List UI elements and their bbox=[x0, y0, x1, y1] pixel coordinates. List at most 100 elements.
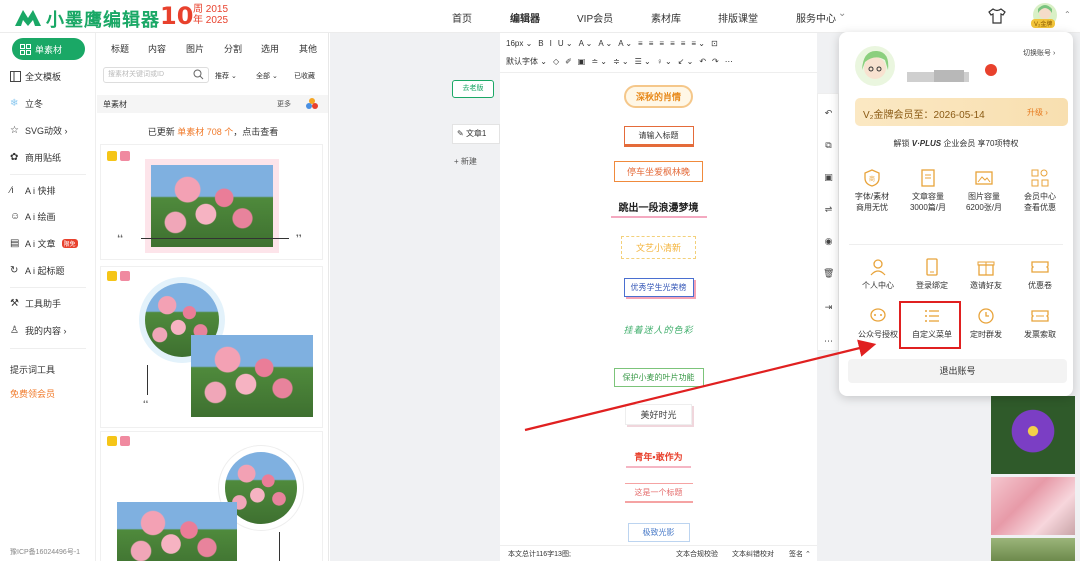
sidebar-item-ai-title[interactable]: ↻ A i 起标题 bbox=[10, 264, 65, 277]
sidebar-item-single-material[interactable]: 单素材 bbox=[12, 38, 85, 60]
style-block[interactable]: 极致光影 bbox=[500, 523, 817, 542]
style-block[interactable]: 挂着迷人的色彩 bbox=[500, 321, 817, 338]
account-caret-icon[interactable]: ⌃ bbox=[1064, 10, 1071, 19]
nav-home[interactable]: 首页 bbox=[452, 10, 472, 25]
nav-classroom[interactable]: 排版课堂 bbox=[718, 10, 758, 25]
style-block[interactable]: 深秋的肖情 bbox=[500, 85, 817, 108]
export-icon[interactable]: ⇥ bbox=[823, 302, 834, 313]
format-tool-0[interactable]: 16px ⌄ bbox=[506, 39, 532, 48]
editor-canvas[interactable]: 深秋的肖情 请输入标题 停车坐爱枫林晚 跳出一段浪漫梦境 文艺小清新 优秀学生光… bbox=[500, 73, 817, 545]
sidebar-item-sticker[interactable]: ✿ 商用贴纸 bbox=[10, 151, 61, 164]
sidebar-item-ai-paint[interactable]: ☺ A i 绘画 bbox=[10, 210, 56, 223]
style-block[interactable]: 这是一个标题 bbox=[500, 483, 817, 503]
filter-recommend[interactable]: 推荐 ⌄ bbox=[215, 71, 237, 81]
style-tool-11[interactable]: ⋯ bbox=[725, 57, 733, 66]
benefit-article-capacity[interactable]: 文章容量 3000篇/月 bbox=[903, 169, 953, 213]
action-coupon[interactable]: 优惠卷 bbox=[1015, 258, 1065, 291]
tab-selected[interactable]: 选用 bbox=[261, 42, 279, 55]
style-tool-2[interactable]: ✐ bbox=[565, 57, 572, 66]
format-tool-10[interactable]: ≡ bbox=[670, 39, 675, 48]
skin-shirt-icon[interactable] bbox=[988, 8, 1006, 24]
benefit-image-capacity[interactable]: 图片容量 6200张/月 bbox=[959, 169, 1009, 213]
sidebar-free-vip[interactable]: 免费领会员 bbox=[10, 387, 55, 400]
style-block[interactable]: 文艺小清新 bbox=[500, 236, 817, 259]
format-tool-9[interactable]: ≡ bbox=[659, 39, 664, 48]
purple-flower-image[interactable] bbox=[991, 396, 1075, 474]
sidebar-item-ai-article[interactable]: ▤ A i 文章 限免 bbox=[10, 237, 78, 250]
tab-image[interactable]: 图片 bbox=[186, 42, 204, 55]
signature-button[interactable]: 签名 ⌃ bbox=[789, 549, 811, 559]
sidebar-item-lidong[interactable]: ❄ 立冬 bbox=[10, 97, 43, 110]
tab-divider[interactable]: 分割 bbox=[224, 42, 242, 55]
search-icon[interactable] bbox=[193, 69, 204, 80]
style-tool-9[interactable]: ↶ bbox=[699, 57, 706, 66]
garden-image[interactable] bbox=[991, 538, 1075, 561]
style-block[interactable]: 请输入标题 bbox=[500, 126, 817, 147]
style-tool-3[interactable]: ▣ bbox=[578, 57, 586, 66]
style-block[interactable]: 保护小麦的叶片功能 bbox=[500, 368, 817, 387]
style-tool-6[interactable]: ☰ ⌄ bbox=[635, 57, 651, 66]
tab-title[interactable]: 标题 bbox=[111, 42, 129, 55]
new-article-button[interactable]: + 新建 bbox=[454, 156, 477, 167]
icp-number[interactable]: 豫ICP备16024496号-1 bbox=[10, 547, 80, 557]
style-block[interactable]: 停车坐爱枫林晚 bbox=[500, 161, 817, 182]
preview-eye-icon[interactable]: ◉ bbox=[823, 236, 834, 247]
copy-icon[interactable]: ⧉ bbox=[823, 140, 834, 151]
update-notice[interactable]: 已更新 单素材 708 个，点击查看 bbox=[97, 125, 328, 138]
material-card[interactable]: ❛❛ bbox=[100, 266, 323, 428]
style-tool-4[interactable]: ≐ ⌄ bbox=[591, 57, 607, 66]
benefit-member-center[interactable]: 会员中心 查看优惠 bbox=[1015, 169, 1065, 213]
action-invite-friends[interactable]: 邀请好友 bbox=[961, 258, 1011, 291]
style-tool-7[interactable]: ♀ ⌄ bbox=[657, 57, 672, 66]
style-tool-0[interactable]: 默认字体 ⌄ bbox=[506, 56, 547, 67]
tab-other[interactable]: 其他 bbox=[299, 42, 317, 55]
material-card[interactable]: ❛❛ ❜❜ bbox=[100, 144, 323, 260]
popup-avatar[interactable] bbox=[855, 46, 895, 86]
format-tool-8[interactable]: ≡ bbox=[649, 39, 654, 48]
format-tool-3[interactable]: U ⌄ bbox=[558, 39, 573, 48]
benefit-commercial[interactable]: 商 字体/素材 商用无忧 bbox=[847, 169, 897, 213]
nav-vip[interactable]: VIP会员 bbox=[577, 10, 613, 25]
format-tool-5[interactable]: A ⌄ bbox=[598, 39, 612, 48]
sidebar-item-svg[interactable]: ☆ SVG动效 › bbox=[10, 124, 68, 137]
format-tool-12[interactable]: ≡ ⌄ bbox=[691, 39, 705, 48]
swap-icon[interactable]: ⇌ bbox=[823, 204, 834, 215]
format-tool-1[interactable]: B bbox=[538, 39, 543, 48]
tab-content[interactable]: 内容 bbox=[148, 42, 166, 55]
style-block[interactable]: 青年•敢作为 bbox=[500, 447, 817, 468]
format-tool-13[interactable]: ⊡ bbox=[711, 39, 718, 48]
style-block[interactable]: 跳出一段浪漫梦境 bbox=[500, 197, 817, 218]
compliance-check-button[interactable]: 文本合规校验 bbox=[676, 549, 718, 559]
vip-status-bar[interactable]: V₂金牌会员至：2026-05-14 升级 › bbox=[855, 98, 1068, 126]
section-more[interactable]: 更多 bbox=[277, 99, 291, 109]
delete-icon[interactable]: 🗑 bbox=[823, 268, 834, 279]
action-login-binding[interactable]: 登录绑定 bbox=[907, 258, 957, 291]
format-tool-7[interactable]: ≡ bbox=[638, 39, 643, 48]
more-icon[interactable]: ⋯ bbox=[823, 336, 834, 347]
logo-text[interactable]: 小墨鹰编辑器 bbox=[46, 6, 160, 32]
nav-editor[interactable]: 编辑器 bbox=[510, 10, 540, 25]
blossom-image[interactable] bbox=[991, 477, 1075, 535]
sidebar-prompt-tools[interactable]: 提示词工具 bbox=[10, 363, 55, 376]
sidebar-item-full-template[interactable]: 全文模板 bbox=[10, 70, 61, 83]
sidebar-item-ai-layout[interactable]: ⁄i A i 快排 bbox=[10, 184, 56, 197]
filter-favorites[interactable]: 已收藏 bbox=[294, 71, 315, 81]
format-tool-11[interactable]: ≡ bbox=[681, 39, 686, 48]
old-version-button[interactable]: 去老版 bbox=[452, 80, 494, 98]
save-icon[interactable]: ▣ bbox=[823, 172, 834, 183]
sidebar-item-my-content[interactable]: ♙ 我的内容 › bbox=[10, 324, 67, 337]
format-tool-2[interactable]: I bbox=[550, 39, 552, 48]
nav-service[interactable]: 服务中心 bbox=[796, 10, 836, 25]
undo-icon[interactable]: ↶ bbox=[823, 108, 834, 119]
action-scheduled-broadcast[interactable]: 定时群发 bbox=[961, 307, 1011, 340]
style-tool-8[interactable]: ↙ ⌄ bbox=[678, 57, 694, 66]
switch-account-link[interactable]: 切换账号 › bbox=[1023, 48, 1055, 58]
format-tool-6[interactable]: A ⌄ bbox=[618, 39, 632, 48]
logout-button[interactable]: 退出账号 bbox=[848, 359, 1067, 383]
style-tool-10[interactable]: ↷ bbox=[712, 57, 719, 66]
nav-service-caret-icon[interactable]: ⌄ bbox=[838, 8, 846, 19]
action-invoice-request[interactable]: 发票索取 bbox=[1015, 307, 1065, 340]
sidebar-item-tools[interactable]: ⚒ 工具助手 bbox=[10, 297, 61, 310]
filter-all[interactable]: 全部 ⌄ bbox=[256, 71, 278, 81]
upgrade-link[interactable]: 升级 › bbox=[1027, 107, 1048, 118]
